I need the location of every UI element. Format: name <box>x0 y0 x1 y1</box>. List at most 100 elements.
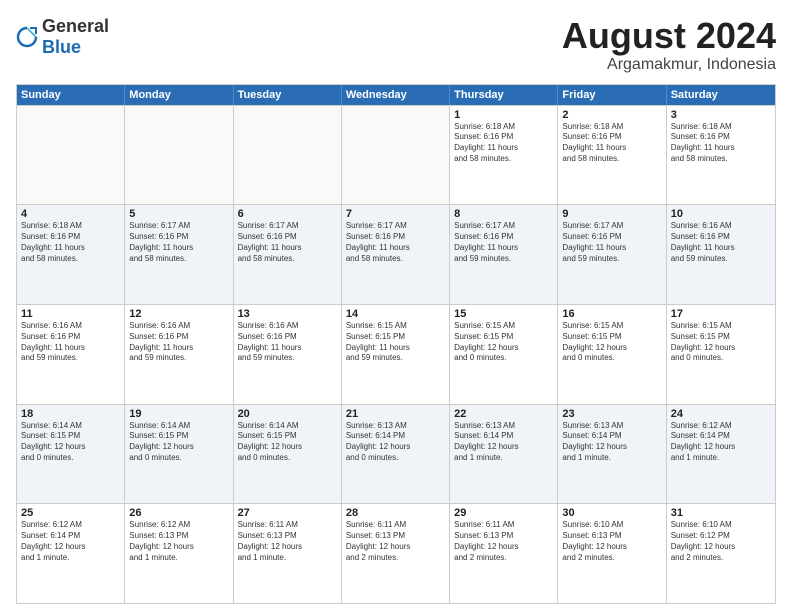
day-info: Sunrise: 6:18 AM Sunset: 6:16 PM Dayligh… <box>671 122 771 165</box>
day-info: Sunrise: 6:10 AM Sunset: 6:13 PM Dayligh… <box>562 520 661 563</box>
day-cell-6: 6Sunrise: 6:17 AM Sunset: 6:16 PM Daylig… <box>234 205 342 304</box>
day-number: 6 <box>238 208 337 220</box>
month-year: August 2024 <box>562 16 776 56</box>
day-cell-5: 5Sunrise: 6:17 AM Sunset: 6:16 PM Daylig… <box>125 205 233 304</box>
day-info: Sunrise: 6:17 AM Sunset: 6:16 PM Dayligh… <box>454 221 553 264</box>
day-cell-16: 16Sunrise: 6:15 AM Sunset: 6:15 PM Dayli… <box>558 305 666 404</box>
logo-text: General Blue <box>42 16 109 58</box>
day-info: Sunrise: 6:18 AM Sunset: 6:16 PM Dayligh… <box>454 122 553 165</box>
header-day-friday: Friday <box>558 85 666 105</box>
day-info: Sunrise: 6:12 AM Sunset: 6:13 PM Dayligh… <box>129 520 228 563</box>
day-number: 4 <box>21 208 120 220</box>
calendar-header: SundayMondayTuesdayWednesdayThursdayFrid… <box>17 85 775 105</box>
day-number: 11 <box>21 308 120 320</box>
calendar-body: 1Sunrise: 6:18 AM Sunset: 6:16 PM Daylig… <box>17 105 775 603</box>
day-number: 1 <box>454 109 553 121</box>
day-cell-24: 24Sunrise: 6:12 AM Sunset: 6:14 PM Dayli… <box>667 405 775 504</box>
location: Argamakmur, Indonesia <box>562 56 776 74</box>
day-cell-2: 2Sunrise: 6:18 AM Sunset: 6:16 PM Daylig… <box>558 106 666 205</box>
logo-general: General <box>42 16 109 36</box>
calendar-row-2: 4Sunrise: 6:18 AM Sunset: 6:16 PM Daylig… <box>17 204 775 304</box>
day-cell-14: 14Sunrise: 6:15 AM Sunset: 6:15 PM Dayli… <box>342 305 450 404</box>
day-info: Sunrise: 6:15 AM Sunset: 6:15 PM Dayligh… <box>562 321 661 364</box>
day-cell-23: 23Sunrise: 6:13 AM Sunset: 6:14 PM Dayli… <box>558 405 666 504</box>
empty-cell <box>234 106 342 205</box>
day-number: 15 <box>454 308 553 320</box>
day-info: Sunrise: 6:16 AM Sunset: 6:16 PM Dayligh… <box>129 321 228 364</box>
day-info: Sunrise: 6:15 AM Sunset: 6:15 PM Dayligh… <box>346 321 445 364</box>
day-info: Sunrise: 6:16 AM Sunset: 6:16 PM Dayligh… <box>671 221 771 264</box>
day-info: Sunrise: 6:17 AM Sunset: 6:16 PM Dayligh… <box>562 221 661 264</box>
day-info: Sunrise: 6:10 AM Sunset: 6:12 PM Dayligh… <box>671 520 771 563</box>
header-day-thursday: Thursday <box>450 85 558 105</box>
empty-cell <box>125 106 233 205</box>
day-number: 5 <box>129 208 228 220</box>
day-cell-15: 15Sunrise: 6:15 AM Sunset: 6:15 PM Dayli… <box>450 305 558 404</box>
day-info: Sunrise: 6:11 AM Sunset: 6:13 PM Dayligh… <box>454 520 553 563</box>
day-cell-4: 4Sunrise: 6:18 AM Sunset: 6:16 PM Daylig… <box>17 205 125 304</box>
day-number: 2 <box>562 109 661 121</box>
day-cell-25: 25Sunrise: 6:12 AM Sunset: 6:14 PM Dayli… <box>17 504 125 603</box>
day-cell-18: 18Sunrise: 6:14 AM Sunset: 6:15 PM Dayli… <box>17 405 125 504</box>
day-info: Sunrise: 6:17 AM Sunset: 6:16 PM Dayligh… <box>238 221 337 264</box>
day-info: Sunrise: 6:11 AM Sunset: 6:13 PM Dayligh… <box>346 520 445 563</box>
header-day-monday: Monday <box>125 85 233 105</box>
day-info: Sunrise: 6:17 AM Sunset: 6:16 PM Dayligh… <box>129 221 228 264</box>
header: General Blue August 2024 Argamakmur, Ind… <box>16 16 776 74</box>
day-cell-29: 29Sunrise: 6:11 AM Sunset: 6:13 PM Dayli… <box>450 504 558 603</box>
day-number: 26 <box>129 507 228 519</box>
day-number: 21 <box>346 408 445 420</box>
day-cell-30: 30Sunrise: 6:10 AM Sunset: 6:13 PM Dayli… <box>558 504 666 603</box>
header-day-tuesday: Tuesday <box>234 85 342 105</box>
header-day-wednesday: Wednesday <box>342 85 450 105</box>
day-cell-8: 8Sunrise: 6:17 AM Sunset: 6:16 PM Daylig… <box>450 205 558 304</box>
day-cell-21: 21Sunrise: 6:13 AM Sunset: 6:14 PM Dayli… <box>342 405 450 504</box>
empty-cell <box>17 106 125 205</box>
day-cell-1: 1Sunrise: 6:18 AM Sunset: 6:16 PM Daylig… <box>450 106 558 205</box>
page: General Blue August 2024 Argamakmur, Ind… <box>0 0 792 612</box>
day-number: 24 <box>671 408 771 420</box>
day-cell-19: 19Sunrise: 6:14 AM Sunset: 6:15 PM Dayli… <box>125 405 233 504</box>
day-number: 13 <box>238 308 337 320</box>
day-number: 22 <box>454 408 553 420</box>
day-cell-26: 26Sunrise: 6:12 AM Sunset: 6:13 PM Dayli… <box>125 504 233 603</box>
day-number: 14 <box>346 308 445 320</box>
day-info: Sunrise: 6:14 AM Sunset: 6:15 PM Dayligh… <box>129 421 228 464</box>
header-day-saturday: Saturday <box>667 85 775 105</box>
day-info: Sunrise: 6:17 AM Sunset: 6:16 PM Dayligh… <box>346 221 445 264</box>
day-number: 28 <box>346 507 445 519</box>
day-cell-9: 9Sunrise: 6:17 AM Sunset: 6:16 PM Daylig… <box>558 205 666 304</box>
day-info: Sunrise: 6:13 AM Sunset: 6:14 PM Dayligh… <box>562 421 661 464</box>
day-cell-11: 11Sunrise: 6:16 AM Sunset: 6:16 PM Dayli… <box>17 305 125 404</box>
day-info: Sunrise: 6:18 AM Sunset: 6:16 PM Dayligh… <box>562 122 661 165</box>
logo: General Blue <box>16 16 109 58</box>
day-info: Sunrise: 6:14 AM Sunset: 6:15 PM Dayligh… <box>238 421 337 464</box>
day-info: Sunrise: 6:15 AM Sunset: 6:15 PM Dayligh… <box>454 321 553 364</box>
calendar: SundayMondayTuesdayWednesdayThursdayFrid… <box>16 84 776 604</box>
day-cell-10: 10Sunrise: 6:16 AM Sunset: 6:16 PM Dayli… <box>667 205 775 304</box>
day-number: 9 <box>562 208 661 220</box>
day-cell-27: 27Sunrise: 6:11 AM Sunset: 6:13 PM Dayli… <box>234 504 342 603</box>
day-info: Sunrise: 6:11 AM Sunset: 6:13 PM Dayligh… <box>238 520 337 563</box>
day-cell-3: 3Sunrise: 6:18 AM Sunset: 6:16 PM Daylig… <box>667 106 775 205</box>
day-info: Sunrise: 6:13 AM Sunset: 6:14 PM Dayligh… <box>346 421 445 464</box>
day-number: 31 <box>671 507 771 519</box>
day-cell-12: 12Sunrise: 6:16 AM Sunset: 6:16 PM Dayli… <box>125 305 233 404</box>
day-info: Sunrise: 6:12 AM Sunset: 6:14 PM Dayligh… <box>671 421 771 464</box>
day-info: Sunrise: 6:13 AM Sunset: 6:14 PM Dayligh… <box>454 421 553 464</box>
day-cell-20: 20Sunrise: 6:14 AM Sunset: 6:15 PM Dayli… <box>234 405 342 504</box>
calendar-row-4: 18 Sunrise: 6:14 AM Sunset: 6:15 PM Dayli… <box>17 404 775 504</box>
day-number: 10 <box>671 208 771 220</box>
day-cell-17: 17Sunrise: 6:15 AM Sunset: 6:15 PM Dayli… <box>667 305 775 404</box>
day-number: 8 <box>454 208 553 220</box>
day-number: 7 <box>346 208 445 220</box>
day-number: 12 <box>129 308 228 320</box>
day-number: 19 <box>129 408 228 420</box>
day-number: 18 <box>21 408 120 420</box>
day-number: 3 <box>671 109 771 121</box>
day-number: 16 <box>562 308 661 320</box>
logo-blue: Blue <box>42 37 81 57</box>
day-number: 25 <box>21 507 120 519</box>
day-number: 27 <box>238 507 337 519</box>
day-cell-22: 22Sunrise: 6:13 AM Sunset: 6:14 PM Dayli… <box>450 405 558 504</box>
